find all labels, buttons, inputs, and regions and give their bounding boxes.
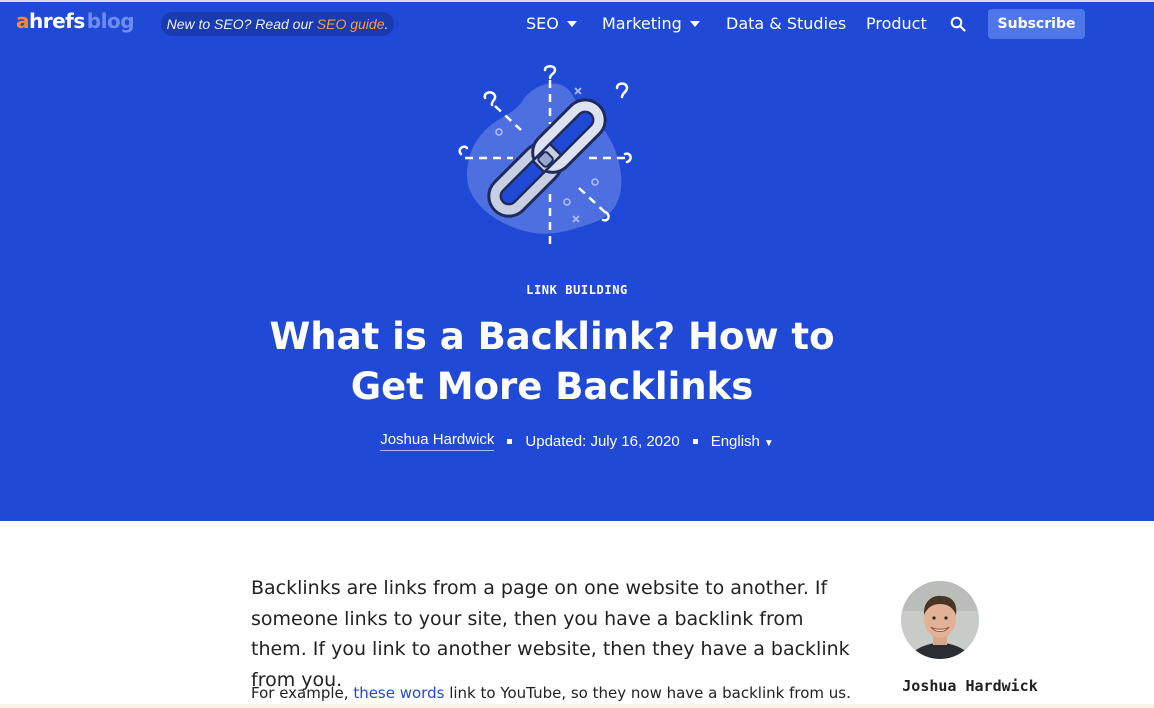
nav-data-studies[interactable]: Data & Studies <box>726 12 846 36</box>
author-avatar[interactable] <box>901 581 979 659</box>
paragraph-suffix: link to YouTube, so they now have a back… <box>444 684 851 702</box>
chevron-down-icon <box>689 21 700 27</box>
promo-text: New to SEO? Read our <box>166 16 317 32</box>
logo-letter-a: a <box>16 9 30 33</box>
separator-dot <box>507 438 513 444</box>
article-meta: Joshua Hardwick Updated: July 16, 2020 E… <box>0 430 1154 452</box>
top-border <box>0 0 1154 2</box>
youtube-link[interactable]: these words <box>353 684 444 702</box>
nav-seo[interactable]: SEO <box>526 12 577 36</box>
nav-data-studies-label: Data & Studies <box>726 14 847 33</box>
bottom-edge <box>0 704 1154 708</box>
author-link[interactable]: Joshua Hardwick <box>380 431 495 451</box>
caret-down-icon: ▼ <box>763 437 774 449</box>
nav-marketing[interactable]: Marketing <box>602 12 700 36</box>
hero-banner: a hrefs blog New to SEO? Read our SEO guid… <box>0 0 1154 521</box>
chain-link-icon <box>458 65 632 244</box>
nav-seo-label: SEO <box>526 14 559 33</box>
search-icon[interactable] <box>950 16 966 32</box>
nav-product-label: Product <box>866 14 927 33</box>
article-paragraph: For example, these words link to YouTube… <box>251 681 861 705</box>
logo-blog: blog <box>86 9 135 33</box>
seo-guide-link[interactable]: SEO guide <box>317 16 385 32</box>
ahrefs-blog-logo[interactable]: a hrefs blog <box>16 9 135 35</box>
article-title: What is a Backlink? How to Get More Back… <box>269 315 835 408</box>
category-label[interactable]: LINK BUILDING <box>0 282 1154 298</box>
paragraph-prefix: For example, <box>251 684 354 702</box>
promo-suffix: . <box>384 16 389 32</box>
sidebar-author-name[interactable]: Joshua Hardwick <box>880 675 1060 697</box>
nav-product[interactable]: Product <box>866 12 927 36</box>
language-selector[interactable]: English ▼ <box>711 433 774 450</box>
language-label: English <box>710 432 760 450</box>
updated-date: Updated: July 16, 2020 <box>525 432 680 450</box>
article-lead: Backlinks are links from a page on one w… <box>251 577 850 691</box>
chevron-down-icon <box>566 21 577 27</box>
nav-marketing-label: Marketing <box>602 14 682 33</box>
subscribe-button[interactable]: Subscribe <box>988 9 1085 39</box>
seo-guide-promo[interactable]: New to SEO? Read our SEO guide. <box>161 12 394 36</box>
separator-dot <box>692 438 698 444</box>
logo-hrefs: hrefs <box>29 9 85 33</box>
